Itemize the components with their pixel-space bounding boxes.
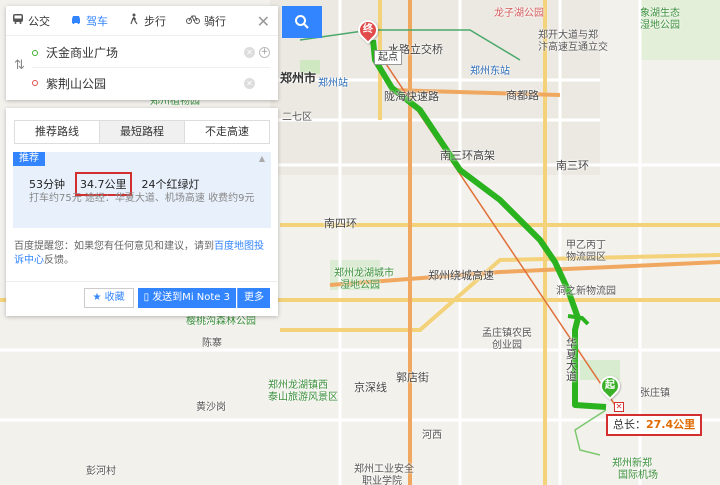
map-label-zhengzhou-station: 郑州站 [318,78,348,89]
map-label-longhuxian2: 泰山旅游风景区 [268,392,338,403]
route-end-close-icon[interactable]: ✕ [614,402,624,412]
start-dot-icon [32,49,38,56]
search-button[interactable] [282,6,322,38]
map-label-xiangshu2: 湿地公园 [640,20,680,31]
clear-end-icon[interactable]: ✕ [244,77,255,89]
bike-icon [186,13,200,28]
route-option-tabs: 推荐路线 最短路程 不走高速 [14,120,270,144]
map-label-xiangshu: 象湖生态 [640,8,680,19]
map-label-city: 郑州市 [280,71,317,85]
total-length-label: 总长： [613,418,646,431]
map-label-longzihu: 龙子湖公园 [494,8,544,19]
mode-car-tab[interactable]: 驾车 [70,13,108,29]
map-label-yingcui: 樱桃沟森林公园 [186,316,256,327]
search-icon [295,15,309,29]
map-label-shangdu: 商都路 [506,89,539,102]
total-length-box: 总长：27.4公里 [606,414,703,436]
map-label-nansanhuan-gj: 南三环高架 [440,149,495,162]
map-label-huanghe: 郑州龙湖城市 [334,268,394,279]
tab-no-highway[interactable]: 不走高速 [185,121,269,143]
start-point-tag: 起点 [374,50,402,65]
map-label-gongye: 郑州工业安全 [354,464,414,475]
mode-walk-label: 步行 [144,14,166,28]
mode-bus-tab[interactable]: 公交 [12,13,50,29]
route-card[interactable]: 推荐 ▲ 53分钟 34.7公里 24个红绿灯 打车约75元 途经：华夏大道、机… [13,152,271,228]
map-label-longhai: 陇海快速路 [384,90,439,103]
map-label-gongye2: 职业学院 [362,476,402,485]
walk-icon [128,13,140,28]
mode-bus-label: 公交 [28,14,50,28]
favorite-label: 收藏 [104,292,125,303]
map-label-nansanhuan: 南三环 [556,159,589,172]
map-label-zhengkai: 郑开大道与郑 [538,30,598,41]
map-label-huanghe2: 湿地公园 [340,280,380,291]
end-input[interactable]: 紫荆山公园 ✕ [32,68,270,98]
map-label-mengzhuang2: 创业园 [492,340,522,351]
map-label-jiacheng: 甲乙丙丁 [566,240,606,251]
map-label-longhuxian: 郑州龙湖镇西 [268,380,328,391]
route-search-box: 公交 驾车 步行 骑行 ✕ ⇅ 沃金商业广场 ✕ + 紫荆山公园 ✕ [6,6,278,100]
feedback-tip: 百度提醒您：如果您有任何意见和建议，请到百度地图投诉中心反馈。 [14,240,270,268]
map-label-guodian: 郭店街 [396,371,429,384]
route-result-panel: 推荐路线 最短路程 不走高速 推荐 ▲ 53分钟 34.7公里 24个红绿灯 打… [6,108,278,316]
transport-mode-tabs: 公交 驾车 步行 骑行 ✕ [6,6,278,36]
result-actions: ★ 收藏 ▯ 发送到Mi Note 3 更多 [6,281,278,308]
map-label-jingshen: 京深线 [354,381,387,394]
tip-prefix: 百度提醒您：如果您有任何意见和建议，请到 [14,241,214,252]
mode-car-label: 驾车 [86,14,108,28]
map-label-pengxin: 彭河村 [86,466,116,477]
mode-bike-label: 骑行 [204,14,226,28]
map-label-zhangzhuang: 张庄镇 [640,388,670,399]
recommended-badge: 推荐 [13,152,45,166]
send-to-phone-button[interactable]: ▯ 发送到Mi Note 3 [137,288,236,308]
map-label-zhengkai2: 汴高速互通立交 [538,42,608,53]
route-duration: 53分钟 [29,178,65,191]
map-label-raocheng: 郑州绕城高速 [428,269,494,282]
map-label-huangsha: 黄沙岗 [196,402,226,413]
more-button[interactable]: 更多 [237,288,270,308]
favorite-button[interactable]: ★ 收藏 [83,288,134,308]
bus-icon [12,13,24,28]
map-label-erqi: 二七区 [282,112,312,123]
swap-icon[interactable]: ⇅ [14,58,25,73]
tip-suffix: 反馈。 [44,255,74,266]
close-icon[interactable]: ✕ [257,12,270,31]
map-label-mengzhuang: 孟庄镇农民 [482,328,532,339]
tab-shortest[interactable]: 最短路程 [100,121,185,143]
start-input[interactable]: 沃金商业广场 ✕ + [32,38,270,68]
mode-walk-tab[interactable]: 步行 [128,13,166,29]
map-label-dongzhixin: 洞之新物流园 [556,286,616,297]
map-label-heze: 河西 [422,430,442,441]
end-input-value: 紫荆山公园 [46,76,107,91]
car-icon [70,13,82,28]
route-details: 打车约75元 途经：华夏大道、机场高速 收费约9元 [29,193,255,204]
map-label-nansihuan: 南四环 [324,217,357,230]
map-label-huaxia: 华夏大道 [566,337,577,383]
mode-bike-tab[interactable]: 骑行 [186,13,226,29]
phone-icon: ▯ [143,292,150,303]
route-traffic-lights: 24个红绿灯 [141,178,200,191]
map-label-zhengzhou-east: 郑州东站 [470,66,510,77]
clear-start-icon[interactable]: ✕ [244,47,255,58]
star-icon: ★ [92,292,102,303]
tab-recommended[interactable]: 推荐路线 [15,121,100,143]
start-input-value: 沃金商业广场 [46,46,119,60]
map-label-jiacheng2: 物流园区 [566,252,606,263]
add-waypoint-icon[interactable]: + [259,47,270,58]
collapse-arrow-icon[interactable]: ▲ [259,154,265,163]
map-label-chenzhai: 陈寨 [202,338,222,349]
send-label: 发送到Mi Note 3 [152,292,230,303]
map-label-airport2: 国际机场 [618,470,658,481]
end-dot-icon [32,80,38,86]
total-length-value: 27.4公里 [646,418,696,431]
map-label-airport: 郑州新郑 [612,458,652,469]
